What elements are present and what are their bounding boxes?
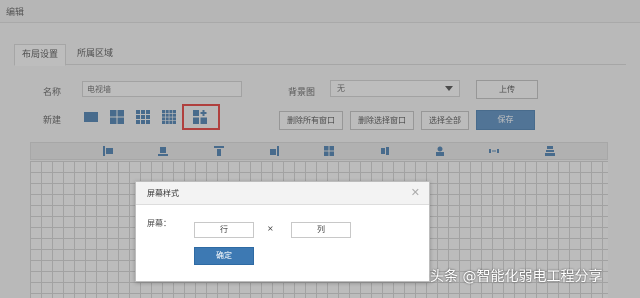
confirm-button[interactable]: 确定 xyxy=(194,247,254,265)
watermark: 头条 @智能化弱电工程分享 xyxy=(430,269,603,285)
rows-input[interactable]: 行 xyxy=(194,222,254,238)
dialog-title: 屏幕样式 xyxy=(147,189,179,198)
screen-style-dialog: 屏幕样式 ✕ 屏幕： 行 × 列 确定 xyxy=(135,181,430,282)
close-icon[interactable]: ✕ xyxy=(411,186,420,199)
screen-label: 屏幕： xyxy=(147,219,171,228)
dialog-header: 屏幕样式 ✕ xyxy=(136,182,429,205)
cols-input[interactable]: 列 xyxy=(291,222,351,238)
times-sign: × xyxy=(267,224,274,233)
